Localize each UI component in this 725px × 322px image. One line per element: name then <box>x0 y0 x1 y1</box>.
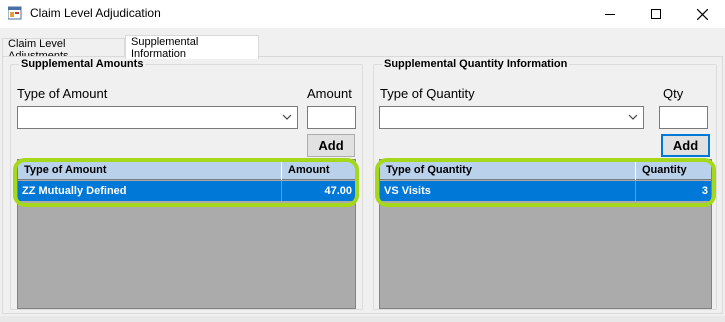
title-bar: Claim Level Adjudication <box>0 0 725 28</box>
table-row[interactable]: VS Visits 3 <box>380 181 713 201</box>
close-button[interactable] <box>679 0 725 28</box>
table-row[interactable]: ZZ Mutually Defined 47.00 <box>18 181 357 201</box>
qty-label: Qty <box>663 86 684 101</box>
type-of-quantity-label: Type of Quantity <box>380 86 475 101</box>
column-header-quantity[interactable]: Quantity <box>636 160 713 180</box>
close-icon <box>696 8 708 20</box>
type-of-amount-label: Type of Amount <box>17 86 108 101</box>
column-header-type-of-amount[interactable]: Type of Amount <box>18 160 282 180</box>
chevron-down-icon <box>628 114 638 120</box>
type-of-quantity-combo[interactable] <box>379 106 644 129</box>
group-title: Supplemental Amounts <box>19 58 146 70</box>
add-quantity-button[interactable]: Add <box>661 134 710 157</box>
minimize-icon <box>605 13 615 15</box>
status-strip <box>0 316 725 322</box>
grid-header: Type of Amount Amount <box>18 160 357 180</box>
amount-input[interactable] <box>307 106 356 129</box>
column-header-type-of-quantity[interactable]: Type of Quantity <box>380 160 636 180</box>
cell-amount: 47.00 <box>282 181 357 201</box>
chevron-down-icon <box>282 114 292 120</box>
maximize-button[interactable] <box>633 0 679 28</box>
column-header-amount[interactable]: Amount <box>282 160 357 180</box>
tab-strip: Claim Level Adjustments Supplemental Inf… <box>0 34 725 62</box>
tab-supplemental-information[interactable]: Supplemental Information <box>125 35 259 60</box>
maximize-icon <box>651 9 661 19</box>
add-amount-button[interactable]: Add <box>307 134 355 157</box>
quantity-grid[interactable]: Type of Quantity Quantity VS Visits 3 <box>379 159 713 309</box>
cell-type-of-quantity: VS Visits <box>380 181 636 201</box>
amounts-grid[interactable]: Type of Amount Amount ZZ Mutually Define… <box>17 159 357 309</box>
cell-type-of-amount: ZZ Mutually Defined <box>18 181 282 201</box>
minimize-button[interactable] <box>587 0 633 28</box>
amount-label: Amount <box>307 86 352 101</box>
qty-input[interactable] <box>659 106 708 129</box>
app-icon <box>8 6 22 20</box>
cell-quantity: 3 <box>636 181 713 201</box>
group-title: Supplemental Quantity Information <box>382 58 570 70</box>
window-title: Claim Level Adjudication <box>30 6 161 20</box>
type-of-amount-combo[interactable] <box>17 106 298 129</box>
grid-header: Type of Quantity Quantity <box>380 160 713 180</box>
